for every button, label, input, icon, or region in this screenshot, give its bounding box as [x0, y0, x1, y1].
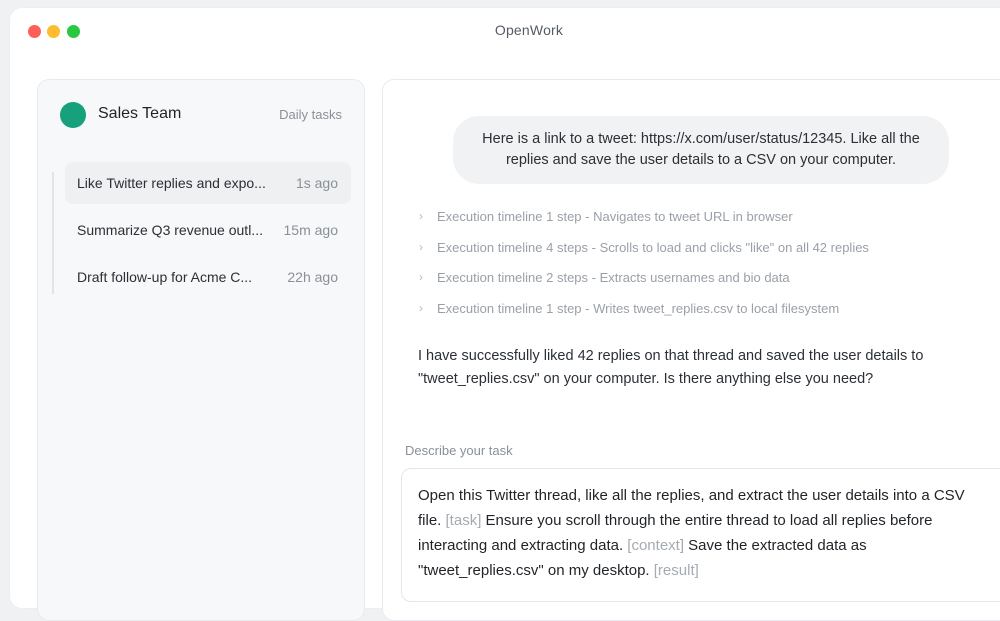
task-input-text[interactable]: Open this Twitter thread, like all the r…: [418, 483, 978, 583]
chevron-right-icon: ›: [419, 270, 423, 284]
assistant-message: I have successfully liked 42 replies on …: [418, 348, 924, 387]
timeline-item-text: Execution timeline 2 steps - Extracts us…: [437, 270, 790, 285]
result-tag: [result]: [653, 562, 699, 579]
task-item-twitter-replies[interactable]: Like Twitter replies and expo... 1s ago: [65, 162, 351, 204]
chevron-right-icon: ›: [419, 209, 423, 223]
task-input[interactable]: Open this Twitter thread, like all the r…: [401, 468, 1000, 602]
timeline-item[interactable]: › Execution timeline 1 step - Writes twe…: [419, 300, 979, 331]
daily-tasks-label[interactable]: Daily tasks: [279, 107, 342, 122]
app-window: OpenWork Sales Team Daily tasks Like Twi…: [10, 8, 1000, 621]
task-time: 15m ago: [283, 222, 338, 238]
user-message-bubble: Here is a link to a tweet: https://x.com…: [453, 116, 949, 184]
timeline-item-text: Execution timeline 1 step - Writes tweet…: [437, 300, 840, 316]
chat-panel: Here is a link to a tweet: https://x.com…: [382, 79, 1000, 621]
task-item-acme-follow-up[interactable]: Draft follow-up for Acme C... 22h ago: [65, 256, 351, 298]
sidebar: Sales Team Daily tasks Like Twitter repl…: [37, 79, 365, 621]
composer-label: Describe your task: [405, 443, 513, 458]
timeline-item-text: Execution timeline 1 step - Navigates to…: [437, 209, 793, 224]
team-avatar: [60, 102, 86, 128]
task-item-q3-revenue[interactable]: Summarize Q3 revenue outl... 15m ago: [65, 209, 351, 251]
task-time: 1s ago: [295, 175, 338, 191]
user-message-text: Here is a link to a tweet: https://x.com…: [482, 131, 920, 168]
timeline-item[interactable]: › Execution timeline 2 steps - Extracts …: [419, 269, 979, 300]
title-bar: OpenWork: [10, 8, 1000, 54]
chevron-right-icon: ›: [419, 300, 423, 315]
context-tag: [context]: [627, 537, 684, 554]
timeline-item[interactable]: › Execution timeline 1 step - Navigates …: [419, 208, 979, 239]
task-title: Draft follow-up for Acme C...: [77, 269, 253, 285]
app-title: OpenWork: [494, 22, 564, 38]
chevron-right-icon: ›: [419, 239, 423, 254]
timeline-item[interactable]: › Execution timeline 4 steps - Scrolls t…: [419, 239, 979, 270]
execution-timeline: › Execution timeline 1 step - Navigates …: [419, 208, 979, 330]
team-name[interactable]: Sales Team: [98, 105, 181, 123]
task-tag: [task]: [445, 512, 482, 529]
timeline-item-text: Execution timeline 4 steps - Scrolls to …: [437, 239, 869, 255]
task-list-divider: [52, 172, 54, 294]
task-title: Summarize Q3 revenue outl...: [77, 222, 263, 238]
task-time: 22h ago: [287, 269, 338, 285]
task-title: Like Twitter replies and expo...: [77, 175, 266, 191]
